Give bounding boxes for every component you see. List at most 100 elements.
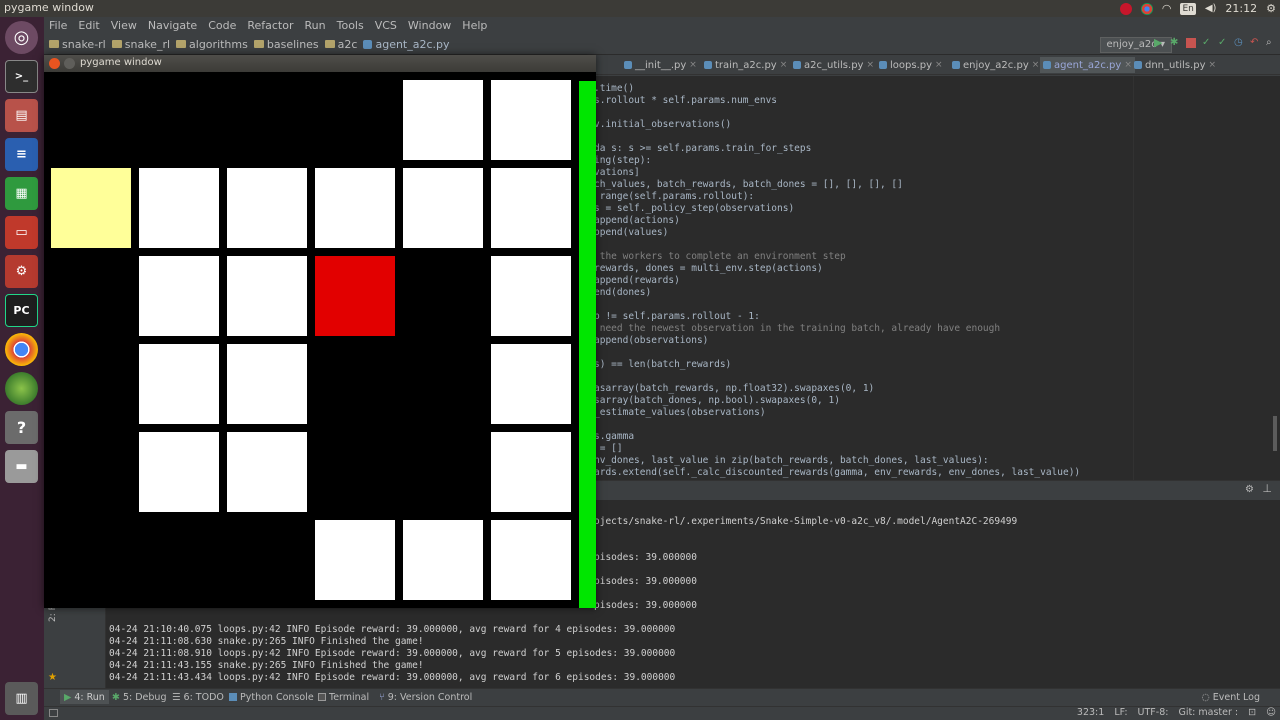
menu-help[interactable]: Help: [462, 19, 487, 32]
history-icon[interactable]: ◷: [1234, 38, 1244, 48]
breadcrumb-item[interactable]: snake_rl: [111, 38, 170, 51]
breadcrumb-item[interactable]: baselines: [253, 38, 319, 51]
tab-enjoy-a2c[interactable]: enjoy_a2c.py ×: [952, 57, 1039, 73]
breadcrumb-item[interactable]: algorithms: [176, 38, 248, 51]
record-icon[interactable]: [1119, 2, 1132, 15]
files-icon[interactable]: ▤: [5, 99, 38, 132]
menu-view[interactable]: View: [111, 19, 137, 32]
stop-icon[interactable]: [1186, 38, 1196, 48]
close-icon[interactable]: ×: [780, 60, 788, 70]
close-icon[interactable]: ×: [1209, 60, 1217, 70]
inspector-icon[interactable]: ☺: [1266, 707, 1276, 718]
snake-game-board: [44, 72, 596, 608]
calc-icon[interactable]: ▦: [5, 177, 38, 210]
tab-dnn-utils[interactable]: dnn_utils.py ×: [1134, 57, 1216, 73]
status-bar-right: 323:1 LF: UTF-8: Git: master : ⊡ ☺: [1077, 707, 1276, 718]
tool-window-version-control[interactable]: ⑂ 9: Version Control: [379, 690, 472, 704]
tab-a2c-utils[interactable]: a2c_utils.py ×: [793, 57, 874, 73]
tab-init[interactable]: __init__.py ×: [624, 57, 697, 73]
menu-file[interactable]: File: [49, 19, 67, 32]
chrome-icon[interactable]: [5, 333, 38, 366]
debug-icon[interactable]: ✱: [1170, 38, 1180, 48]
writer-icon[interactable]: ≡: [5, 138, 38, 171]
pygame-window[interactable]: pygame window: [44, 55, 596, 608]
settings-gear-icon[interactable]: ⚙: [1266, 2, 1276, 15]
tool-window-python-console[interactable]: Python Console: [229, 690, 314, 704]
dash-home-icon[interactable]: ◎: [5, 21, 38, 54]
menu-window[interactable]: Window: [408, 19, 451, 32]
snake-body-cell: [491, 80, 571, 160]
gear-icon[interactable]: ⚙: [1245, 484, 1254, 495]
snake-body-cell: [227, 432, 307, 512]
drive-icon[interactable]: ▬: [5, 450, 38, 483]
snake-body-cell: [139, 256, 219, 336]
breadcrumb-file[interactable]: agent_a2c.py: [363, 38, 450, 51]
folder-icon: [176, 40, 187, 48]
close-window-icon[interactable]: [49, 58, 60, 69]
tool-window-terminal[interactable]: Terminal: [318, 690, 369, 704]
tool-window-run[interactable]: ▶ 4: Run: [60, 690, 109, 704]
pygame-titlebar[interactable]: pygame window: [44, 55, 596, 72]
menu-tools[interactable]: Tools: [337, 19, 364, 32]
vcs-icon: ⑂: [379, 691, 385, 703]
snake-body-cell: [315, 520, 395, 600]
volume-icon[interactable]: ◀): [1205, 3, 1217, 14]
snake-body-cell: [491, 256, 571, 336]
impress-icon[interactable]: ▭: [5, 216, 38, 249]
code-line: range(self.params.rollout):: [594, 191, 755, 202]
chrome-tray-icon[interactable]: [1140, 2, 1153, 15]
vcs-update-icon[interactable]: ✓: [1202, 38, 1212, 48]
tab-train-a2c[interactable]: train_a2c.py ×: [704, 57, 787, 73]
wifi-icon[interactable]: ◠: [1162, 2, 1172, 15]
python-file-icon: [363, 39, 373, 49]
pycharm-icon[interactable]: PC: [5, 294, 38, 327]
revert-icon[interactable]: ↶: [1250, 38, 1260, 48]
lock-icon[interactable]: ⊡: [1248, 707, 1256, 718]
close-icon[interactable]: ×: [1124, 60, 1132, 70]
line-separator[interactable]: LF:: [1114, 707, 1127, 718]
help-icon[interactable]: ?: [5, 411, 38, 444]
tool-window-debug[interactable]: ✱ 5: Debug: [112, 690, 166, 704]
vcs-commit-icon[interactable]: ✓: [1218, 38, 1228, 48]
minimize-window-icon[interactable]: [64, 58, 75, 69]
close-icon[interactable]: ×: [1032, 60, 1040, 70]
menu-run[interactable]: Run: [305, 19, 326, 32]
menu-edit[interactable]: Edit: [78, 19, 99, 32]
tool-window-todo[interactable]: ☰ 6: TODO: [172, 690, 224, 704]
terminal-icon[interactable]: >_: [5, 60, 38, 93]
snake-body-cell: [491, 432, 571, 512]
hide-panel-icon[interactable]: ⊥: [1262, 482, 1272, 495]
search-icon[interactable]: ⌕: [1266, 38, 1276, 48]
breadcrumb-item[interactable]: a2c: [324, 38, 357, 51]
code-line: append(rewards): [594, 275, 680, 286]
run-icon[interactable]: ▶: [1154, 37, 1164, 48]
menu-refactor[interactable]: Refactor: [247, 19, 293, 32]
close-icon[interactable]: ×: [935, 60, 943, 70]
globe-icon[interactable]: [5, 372, 38, 405]
tool-window-label: Python Console: [240, 691, 314, 703]
keyboard-language-indicator[interactable]: En: [1180, 2, 1196, 15]
close-icon[interactable]: ×: [689, 60, 697, 70]
code-line: = []: [594, 443, 623, 454]
system-settings-icon[interactable]: ⚙: [5, 255, 38, 288]
git-branch[interactable]: Git: master :: [1178, 707, 1238, 718]
pygame-window-title: pygame window: [80, 57, 162, 68]
tool-windows-toggle-icon[interactable]: [49, 709, 58, 717]
menu-navigate[interactable]: Navigate: [148, 19, 197, 32]
star-icon[interactable]: ★: [48, 672, 57, 683]
code-line: need the newest observation in the train…: [594, 323, 1001, 334]
breadcrumb-item[interactable]: snake-rl: [49, 38, 106, 51]
caret-position[interactable]: 323:1: [1077, 707, 1104, 718]
file-encoding[interactable]: UTF-8:: [1138, 707, 1169, 718]
editor-scrollbar-thumb[interactable]: [1273, 416, 1277, 451]
menu-vcs[interactable]: VCS: [375, 19, 397, 32]
tab-loops[interactable]: loops.py ×: [879, 57, 943, 73]
tool-window-event-log[interactable]: ◌ Event Log: [1202, 690, 1261, 704]
tab-agent-a2c[interactable]: agent_a2c.py ×: [1040, 57, 1135, 73]
tab-label: a2c_utils.py: [804, 59, 864, 71]
run-icon: ▶: [64, 691, 72, 703]
close-icon[interactable]: ×: [866, 60, 874, 70]
clock[interactable]: 21:12: [1225, 2, 1257, 15]
trash-icon[interactable]: ▥: [5, 682, 38, 715]
menu-code[interactable]: Code: [208, 19, 236, 32]
